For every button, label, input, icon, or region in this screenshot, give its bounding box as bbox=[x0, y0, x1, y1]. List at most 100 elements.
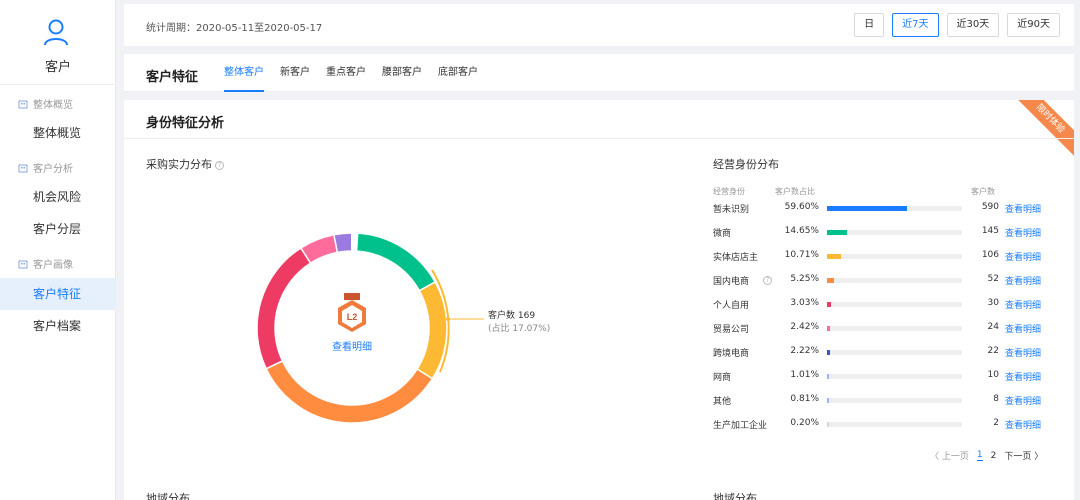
tabs: 整体客户 新客户 重点客户 腰部客户 底部客户 bbox=[224, 54, 478, 92]
page-2-button[interactable]: 2 bbox=[991, 451, 997, 461]
purchase-power-title: 采购实力分布 bbox=[146, 158, 212, 171]
identity-share: 2.42% bbox=[790, 322, 819, 332]
view-detail-link[interactable]: 查看明细 bbox=[1005, 250, 1041, 263]
building-icon bbox=[18, 164, 28, 172]
sidebar-title: 客户 bbox=[44, 60, 71, 75]
page-title: 客户特征 bbox=[146, 70, 199, 85]
identity-count: 52 bbox=[987, 274, 999, 284]
donut-detail-link[interactable]: 查看明细 bbox=[311, 338, 393, 353]
identity-count: 24 bbox=[987, 322, 999, 332]
trial-ribbon: 限时体验 bbox=[1008, 100, 1074, 161]
share-bar-fill bbox=[827, 326, 831, 331]
sidebar-item-layering[interactable]: 客户分层 bbox=[0, 213, 116, 245]
purchase-power-label: 采购实力分布? bbox=[146, 156, 224, 172]
view-detail-link[interactable]: 查看明细 bbox=[1005, 370, 1041, 383]
sidebar-group-portrait: 客户画像 bbox=[18, 256, 73, 271]
range-7d-button[interactable]: 近7天 bbox=[892, 13, 939, 37]
identity-share: 0.81% bbox=[790, 394, 819, 404]
identity-name: 其他 bbox=[713, 397, 732, 407]
range-90d-button[interactable]: 近90天 bbox=[1007, 13, 1060, 37]
sidebar-item-profiles[interactable]: 客户档案 bbox=[0, 310, 116, 342]
table-row: 其他 0.81% 8 查看明细 bbox=[713, 394, 1043, 408]
building-icon bbox=[18, 100, 28, 108]
share-bar-fill bbox=[827, 398, 829, 403]
identity-count: 30 bbox=[987, 298, 999, 308]
col-count: 客户数 bbox=[971, 187, 995, 196]
table-row: 实体店店主 10.71% 106 查看明细 bbox=[713, 250, 1043, 264]
donut-segment[interactable] bbox=[416, 280, 448, 380]
tab-bottom-customers[interactable]: 底部客户 bbox=[438, 54, 478, 92]
donut-segment[interactable] bbox=[355, 232, 437, 292]
prev-page-button[interactable]: 〈 上一页 bbox=[930, 449, 969, 462]
donut-segment[interactable] bbox=[333, 232, 353, 254]
identity-name: 暂未识别 bbox=[713, 205, 750, 215]
range-day-button[interactable]: 日 bbox=[854, 13, 885, 37]
table-row: 生产加工企业 0.20% 2 查看明细 bbox=[713, 418, 1043, 432]
segment-callout: 客户数 169 (占比 17.07%) bbox=[488, 310, 550, 336]
tab-mid-customers[interactable]: 腰部客户 bbox=[382, 54, 422, 92]
identity-name: 贸易公司 bbox=[713, 325, 750, 335]
identity-share: 2.22% bbox=[790, 346, 819, 356]
donut-center: L2 查看明细 bbox=[311, 292, 393, 353]
sidebar-group-overview: 整体概览 bbox=[18, 96, 73, 111]
view-detail-link[interactable]: 查看明细 bbox=[1005, 298, 1041, 311]
next-page-button[interactable]: 下一页 〉 bbox=[1004, 449, 1043, 462]
sidebar-group-label: 客户分析 bbox=[33, 164, 73, 175]
view-detail-link[interactable]: 查看明细 bbox=[1005, 202, 1041, 215]
help-icon[interactable]: ? bbox=[763, 276, 772, 285]
range-30d-button[interactable]: 近30天 bbox=[946, 13, 1000, 37]
sidebar-group-label: 客户画像 bbox=[33, 260, 73, 271]
help-icon[interactable]: ? bbox=[215, 161, 224, 170]
identity-name: 网商 bbox=[713, 373, 732, 383]
table-row: 暂未识别 59.60% 590 查看明细 bbox=[713, 202, 1043, 216]
identity-count: 8 bbox=[993, 394, 999, 404]
sidebar-group-label: 整体概览 bbox=[33, 100, 73, 111]
donut-segment[interactable] bbox=[256, 246, 312, 370]
identity-share: 3.03% bbox=[790, 298, 819, 308]
col-share: 客户数占比 bbox=[775, 187, 815, 196]
business-identity-label: 经营身份分布 bbox=[713, 158, 779, 171]
share-bar-track bbox=[827, 350, 962, 355]
share-bar-fill bbox=[827, 278, 835, 283]
identity-table-header: 经营身份 客户数占比 客户数 bbox=[713, 186, 1043, 198]
view-detail-link[interactable]: 查看明细 bbox=[1005, 322, 1041, 335]
identity-name: 微商 bbox=[713, 229, 732, 239]
identity-analysis-panel: 身份特征分析 限时体验 采购实力分布? 经营身份分布 L2 查看明细 客户数 1… bbox=[124, 100, 1074, 500]
sidebar-group-analysis: 客户分析 bbox=[18, 160, 73, 175]
identity-count: 590 bbox=[981, 202, 999, 212]
col-identity: 经营身份 bbox=[713, 187, 745, 196]
tab-bar: 客户特征 整体客户 新客户 重点客户 腰部客户 底部客户 bbox=[124, 54, 1074, 92]
identity-share: 0.20% bbox=[790, 418, 819, 428]
share-bar-track bbox=[827, 230, 962, 235]
table-row: 微商 14.65% 145 查看明细 bbox=[713, 226, 1043, 240]
share-bar-track bbox=[827, 206, 962, 211]
view-detail-link[interactable]: 查看明细 bbox=[1005, 418, 1041, 431]
view-detail-link[interactable]: 查看明细 bbox=[1005, 394, 1041, 407]
table-row: 跨境电商 2.22% 22 查看明细 bbox=[713, 346, 1043, 360]
identity-count: 106 bbox=[981, 250, 999, 260]
tab-all-customers[interactable]: 整体客户 bbox=[224, 54, 264, 92]
identity-share: 5.25% bbox=[790, 274, 819, 284]
page-1-button[interactable]: 1 bbox=[976, 450, 983, 461]
filter-bar: 统计周期：2020-05-11至2020-05-17 日 近7天 近30天 近9… bbox=[124, 4, 1074, 46]
view-detail-link[interactable]: 查看明细 bbox=[1005, 346, 1041, 359]
panel-divider bbox=[124, 138, 1074, 139]
sidebar-item-overview[interactable]: 整体概览 bbox=[0, 117, 116, 149]
donut-segment[interactable] bbox=[265, 359, 434, 424]
view-detail-link[interactable]: 查看明细 bbox=[1005, 226, 1041, 239]
panel-title: 身份特征分析 bbox=[146, 116, 225, 131]
share-bar-track bbox=[827, 326, 962, 331]
identity-name: 生产加工企业 bbox=[713, 421, 768, 431]
sidebar-item-opportunity-risk[interactable]: 机会风险 bbox=[0, 181, 116, 213]
region-label-left: 地域分布 bbox=[146, 492, 190, 500]
share-bar-fill bbox=[827, 422, 829, 427]
identity-count: 10 bbox=[987, 370, 999, 380]
callout-count: 客户数 169 bbox=[488, 311, 536, 321]
share-bar-track bbox=[827, 254, 962, 259]
sidebar-item-features[interactable]: 客户特征 bbox=[0, 278, 116, 310]
tab-key-customers[interactable]: 重点客户 bbox=[326, 54, 366, 92]
tab-new-customers[interactable]: 新客户 bbox=[280, 54, 310, 92]
share-bar-fill bbox=[827, 374, 829, 379]
identity-count: 22 bbox=[987, 346, 999, 356]
view-detail-link[interactable]: 查看明细 bbox=[1005, 274, 1041, 287]
